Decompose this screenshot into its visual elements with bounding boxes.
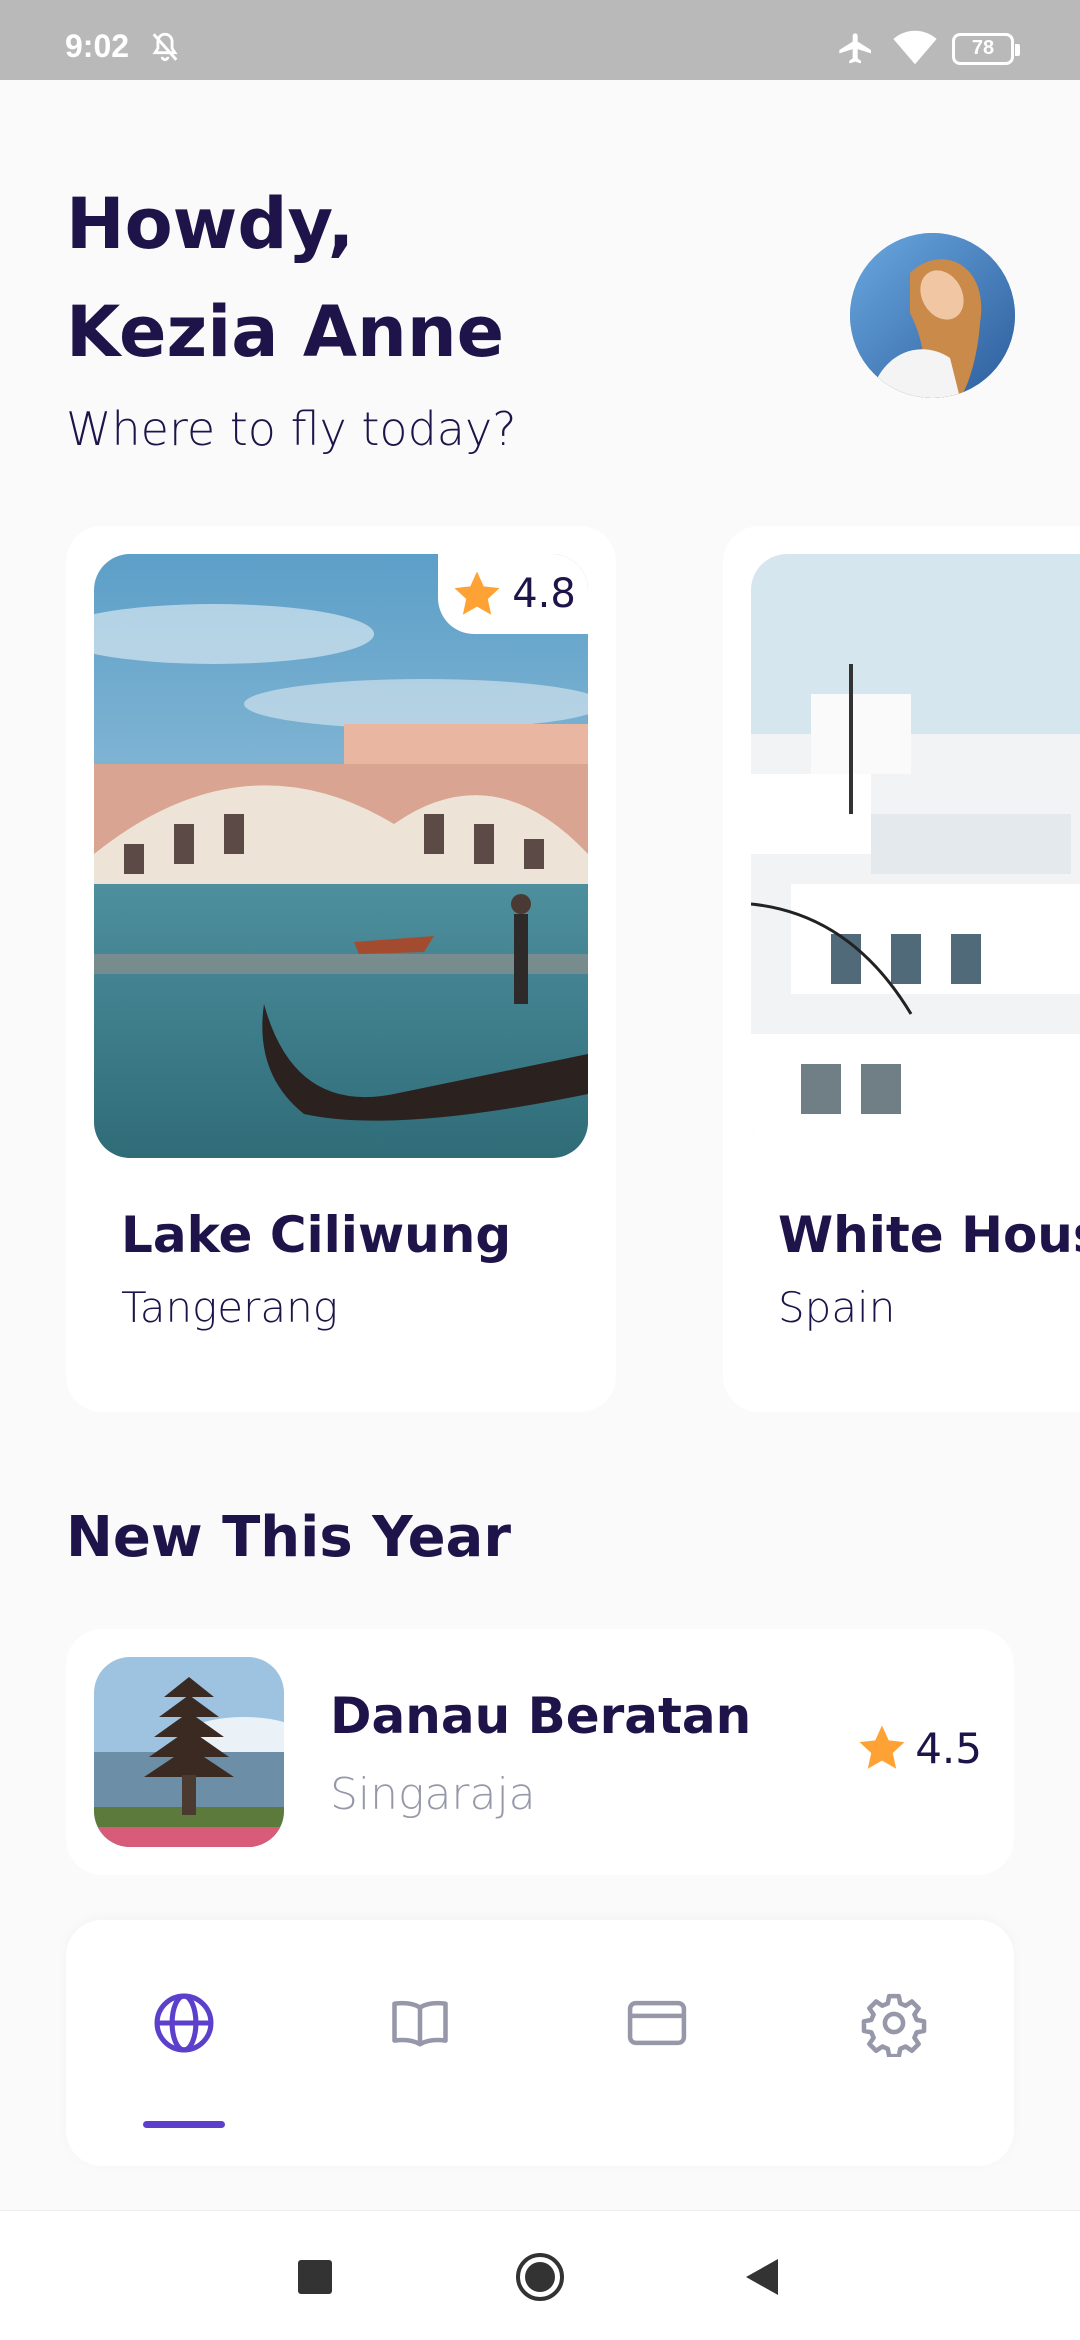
wifi-icon bbox=[893, 30, 937, 65]
section-title: New This Year bbox=[66, 1505, 511, 1570]
bottom-tab-bar bbox=[66, 1920, 1014, 2166]
square-icon bbox=[298, 2260, 332, 2294]
circle-icon bbox=[516, 2253, 564, 2301]
tab-explore[interactable] bbox=[139, 1978, 229, 2068]
card-icon bbox=[627, 2000, 687, 2046]
avatar-image bbox=[850, 233, 1015, 398]
destination-city: Tangerang bbox=[121, 1283, 338, 1332]
page-subtitle: Where to fly today? bbox=[66, 402, 517, 456]
list-item-name: Danau Beratan bbox=[330, 1687, 752, 1745]
globe-icon bbox=[154, 1993, 214, 2053]
gear-icon bbox=[861, 1993, 927, 2057]
status-bar: 9:02 78 bbox=[0, 0, 1080, 80]
star-icon bbox=[859, 1725, 905, 1769]
destination-city: Spain bbox=[778, 1283, 896, 1332]
destination-name: Lake Ciliwung bbox=[121, 1206, 512, 1264]
book-icon bbox=[392, 2000, 448, 2047]
recents-button[interactable] bbox=[285, 2247, 345, 2307]
destination-card[interactable]: White House Spain bbox=[723, 526, 1080, 1412]
rating-badge: 4.8 bbox=[438, 554, 588, 634]
back-button[interactable] bbox=[732, 2247, 792, 2307]
greeting: Howdy, Kezia Anne bbox=[66, 170, 504, 386]
system-navigation-bar bbox=[0, 2210, 1080, 2340]
star-icon bbox=[454, 571, 500, 615]
list-item-city: Singaraja bbox=[330, 1769, 536, 1820]
triangle-back-icon bbox=[746, 2259, 778, 2295]
home-button[interactable] bbox=[510, 2247, 570, 2307]
greeting-line-1: Howdy, bbox=[66, 183, 355, 265]
tab-bookings[interactable] bbox=[375, 1978, 465, 2068]
status-time: 9:02 bbox=[65, 28, 130, 64]
destination-photo bbox=[751, 554, 1080, 1158]
avatar[interactable] bbox=[850, 233, 1015, 398]
destination-name: White House bbox=[778, 1206, 1080, 1264]
battery-indicator: 78 bbox=[952, 33, 1020, 65]
battery-level: 78 bbox=[971, 37, 995, 59]
destination-card-clip: White House Spain bbox=[723, 526, 1080, 1412]
list-item[interactable]: Danau Beratan Singaraja 4.5 bbox=[66, 1629, 1014, 1875]
tab-settings[interactable] bbox=[849, 1978, 939, 2068]
list-item-rating: 4.5 bbox=[855, 1721, 982, 1775]
bell-off-icon bbox=[152, 32, 178, 62]
tab-wallet[interactable] bbox=[612, 1978, 702, 2068]
destination-card[interactable]: 4.8 Lake Ciliwung Tangerang bbox=[66, 526, 616, 1412]
rating-value: 4.8 bbox=[512, 571, 576, 617]
rating-value: 4.5 bbox=[915, 1723, 982, 1773]
airplane-mode-icon bbox=[839, 33, 871, 64]
user-name: Kezia Anne bbox=[66, 291, 505, 373]
destination-photo bbox=[94, 554, 588, 1158]
list-item-thumbnail bbox=[94, 1657, 284, 1847]
active-tab-indicator bbox=[143, 2121, 225, 2128]
